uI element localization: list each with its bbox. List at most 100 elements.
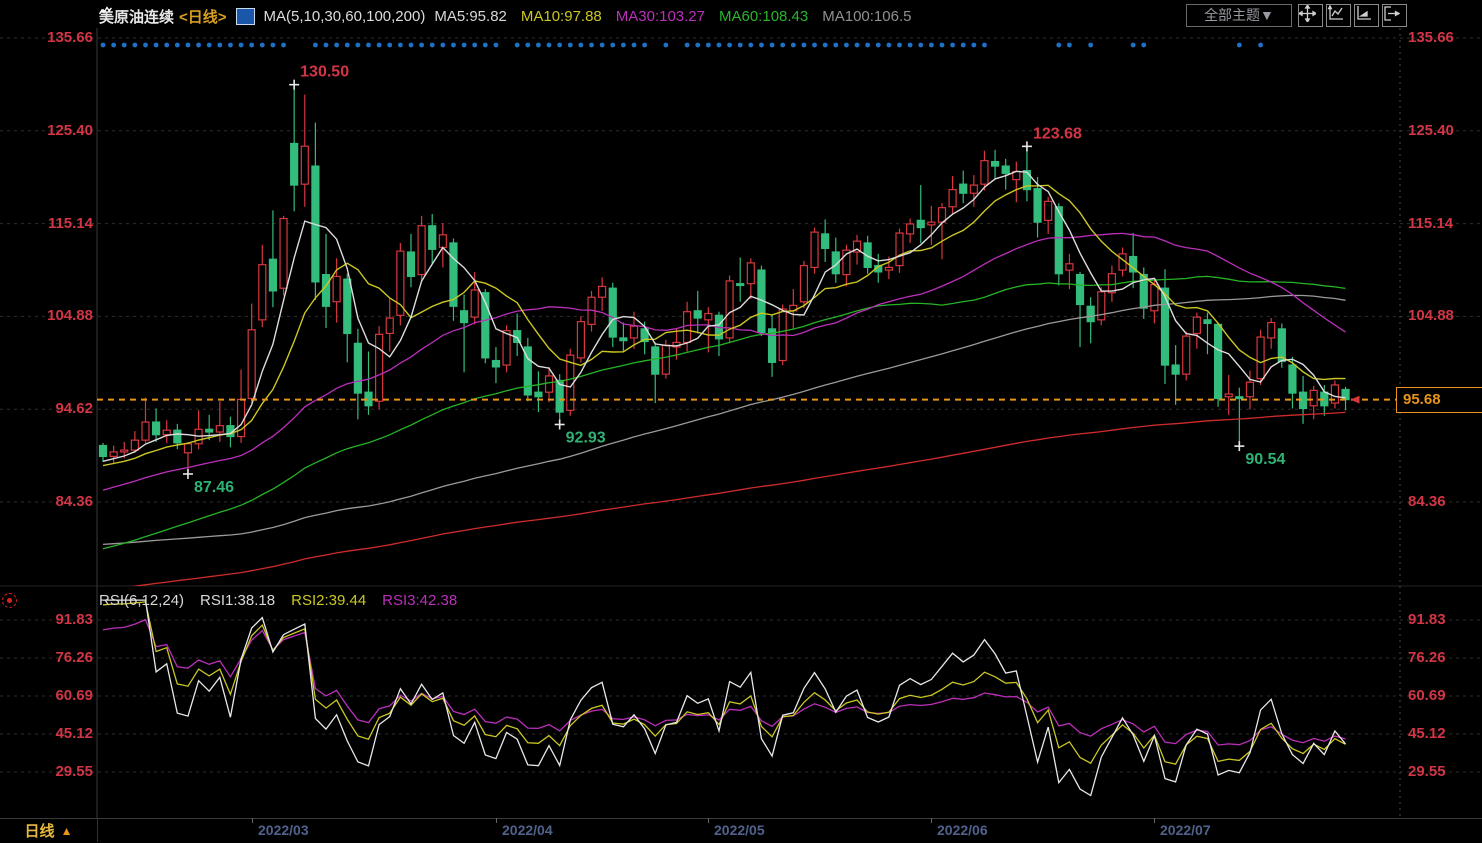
- event-dot[interactable]: [854, 42, 860, 48]
- event-dot[interactable]: [281, 42, 286, 48]
- candle: [895, 228, 904, 273]
- event-dot[interactable]: [397, 42, 403, 48]
- event-dot[interactable]: [557, 42, 563, 48]
- candle: [948, 176, 957, 215]
- event-dot[interactable]: [334, 42, 340, 48]
- event-dot[interactable]: [482, 42, 488, 48]
- event-dot[interactable]: [185, 42, 191, 48]
- main-chart-canvas[interactable]: 130.50 123.68 87.46 92.93 90.54: [0, 0, 1482, 842]
- event-dot[interactable]: [684, 42, 690, 48]
- event-dot[interactable]: [228, 42, 233, 48]
- event-dot[interactable]: [642, 42, 648, 48]
- event-dot[interactable]: [111, 42, 117, 48]
- event-dot[interactable]: [727, 42, 732, 48]
- event-dot[interactable]: [886, 42, 892, 48]
- event-dot[interactable]: [493, 42, 499, 48]
- event-dot[interactable]: [1141, 42, 1147, 48]
- event-dot[interactable]: [705, 42, 711, 48]
- event-dot[interactable]: [865, 42, 871, 48]
- event-dot[interactable]: [631, 42, 637, 48]
- event-dot[interactable]: [844, 42, 849, 48]
- event-dot[interactable]: [578, 42, 584, 48]
- event-dot[interactable]: [387, 42, 393, 48]
- event-dot[interactable]: [663, 42, 669, 48]
- event-dot[interactable]: [812, 42, 817, 48]
- rsi-line-12: [102, 601, 1346, 765]
- event-dot[interactable]: [121, 42, 127, 48]
- rsi-axis-label-right: 45.12: [1408, 725, 1446, 743]
- event-dot[interactable]: [174, 42, 180, 48]
- event-dot[interactable]: [472, 42, 478, 48]
- event-dot[interactable]: [918, 42, 924, 48]
- event-dot[interactable]: [249, 42, 255, 48]
- event-dot[interactable]: [939, 42, 945, 48]
- event-dot[interactable]: [132, 42, 138, 48]
- event-dot[interactable]: [716, 42, 722, 48]
- rsi-settings-label[interactable]: RSI(6,12,24): [99, 592, 184, 609]
- chart-legend: 美原油连续 <日线> MA(5,10,30,60,100,200) MA5:95.…: [99, 6, 911, 26]
- event-dot[interactable]: [408, 42, 414, 48]
- event-dot[interactable]: [536, 42, 541, 48]
- event-dot[interactable]: [440, 42, 446, 48]
- event-dot[interactable]: [695, 42, 701, 48]
- event-dot[interactable]: [153, 42, 159, 48]
- pan-move-button[interactable]: [1298, 4, 1323, 27]
- event-dot[interactable]: [822, 42, 828, 48]
- event-dot[interactable]: [780, 42, 786, 48]
- event-dot[interactable]: [620, 42, 626, 48]
- event-dot[interactable]: [801, 42, 807, 48]
- event-dot[interactable]: [790, 42, 796, 48]
- event-dot[interactable]: [525, 42, 531, 48]
- event-dot[interactable]: [217, 42, 223, 48]
- event-dot[interactable]: [907, 42, 913, 48]
- event-dot[interactable]: [737, 42, 743, 48]
- event-dot[interactable]: [1067, 42, 1072, 48]
- event-dot[interactable]: [419, 42, 424, 48]
- event-dot[interactable]: [971, 42, 977, 48]
- mini-chart-icon[interactable]: [99, 6, 255, 25]
- exit-fullscreen-button[interactable]: [1382, 4, 1407, 27]
- event-dot[interactable]: [1088, 42, 1094, 48]
- event-dot[interactable]: [599, 42, 605, 48]
- event-dot[interactable]: [610, 42, 616, 48]
- event-dot[interactable]: [546, 42, 552, 48]
- event-dot[interactable]: [567, 42, 573, 48]
- scale-right-axis-button[interactable]: [1354, 4, 1379, 27]
- event-dot[interactable]: [238, 42, 244, 48]
- event-dot[interactable]: [355, 42, 361, 48]
- event-dot[interactable]: [1258, 42, 1263, 48]
- event-dot[interactable]: [759, 42, 764, 48]
- event-dot[interactable]: [748, 42, 754, 48]
- event-dot[interactable]: [982, 42, 987, 48]
- event-dot[interactable]: [928, 42, 934, 48]
- event-dot[interactable]: [451, 42, 456, 48]
- event-dot[interactable]: [366, 42, 371, 48]
- event-dot[interactable]: [1056, 42, 1062, 48]
- event-dot[interactable]: [514, 42, 520, 48]
- event-dot[interactable]: [1130, 42, 1136, 48]
- event-dot[interactable]: [270, 42, 276, 48]
- event-dot[interactable]: [206, 42, 212, 48]
- event-dot[interactable]: [461, 42, 467, 48]
- event-dot[interactable]: [875, 42, 881, 48]
- event-dot[interactable]: [344, 42, 350, 48]
- event-dot[interactable]: [143, 42, 148, 48]
- event-dot[interactable]: [376, 42, 382, 48]
- event-dot[interactable]: [100, 42, 106, 48]
- event-dot[interactable]: [960, 42, 966, 48]
- event-dot[interactable]: [833, 42, 839, 48]
- event-dot[interactable]: [1236, 42, 1242, 48]
- event-dot[interactable]: [589, 42, 594, 48]
- event-dot[interactable]: [196, 42, 201, 48]
- event-dot[interactable]: [769, 42, 775, 48]
- event-dot[interactable]: [259, 42, 265, 48]
- ma-settings-label[interactable]: MA(5,10,30,60,100,200): [264, 8, 426, 25]
- event-dot[interactable]: [313, 42, 318, 48]
- event-dot[interactable]: [164, 42, 170, 48]
- event-dot[interactable]: [323, 42, 329, 48]
- theme-selector-dropdown[interactable]: 全部主题▼: [1186, 4, 1292, 27]
- event-dot[interactable]: [950, 42, 955, 48]
- event-dot[interactable]: [429, 42, 435, 48]
- event-dot[interactable]: [897, 42, 902, 48]
- scale-left-axis-button[interactable]: [1326, 4, 1351, 27]
